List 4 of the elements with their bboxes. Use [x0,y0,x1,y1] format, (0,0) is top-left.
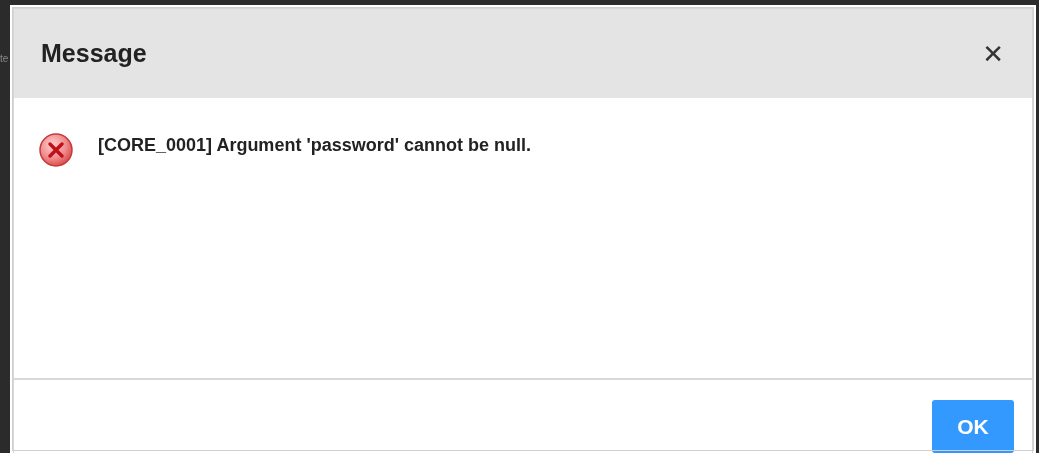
background-text: te [0,53,10,65]
close-button[interactable]: ✕ [978,40,1008,67]
error-message: [CORE_0001] Argument 'password' cannot be null. [98,135,531,157]
dialog-title: Message [41,39,147,69]
